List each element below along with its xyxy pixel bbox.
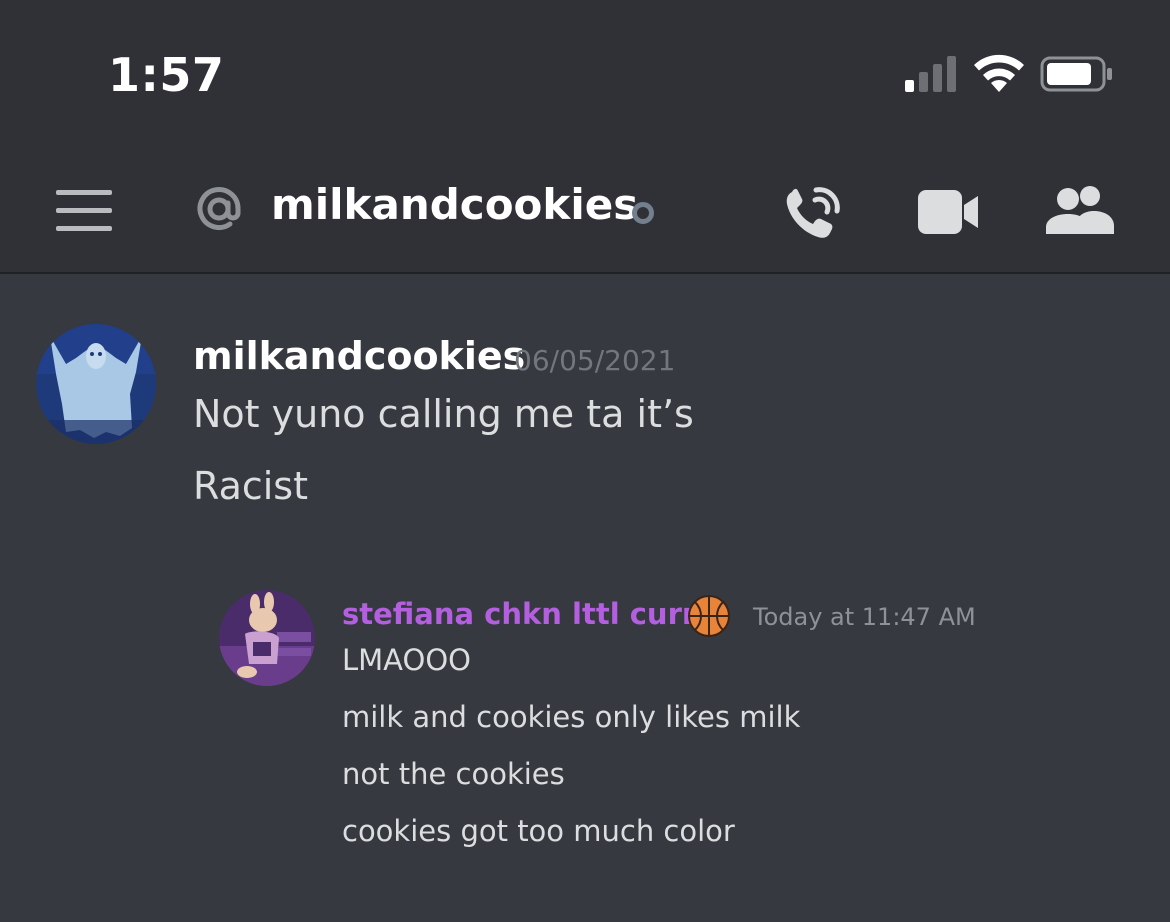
- battery-icon: [1040, 56, 1112, 92]
- quoted-message-text: milk and cookies only likes milk: [342, 700, 801, 734]
- video-camera-icon[interactable]: [918, 190, 980, 234]
- ghost-avatar-image: [36, 324, 156, 444]
- quoted-message-text: LMAOOO: [342, 643, 471, 677]
- status-time: 1:57: [108, 48, 225, 102]
- quoted-message-text: cookies got too much color: [342, 814, 735, 848]
- quoted-message-author[interactable]: stefiana chkn lttl curry: [342, 597, 715, 631]
- voice-call-icon[interactable]: [784, 184, 844, 240]
- quoted-avatar[interactable]: [219, 590, 315, 686]
- status-bar: 1:57: [0, 0, 1170, 150]
- basketball-emoji: [688, 595, 730, 637]
- quoted-message-timestamp: Today at 11:47 AM: [753, 603, 976, 631]
- message-author[interactable]: milkandcookies: [193, 334, 525, 378]
- message-timestamp: 06/05/2021: [514, 344, 676, 377]
- message-text: Not yuno calling me ta it’s: [193, 392, 694, 436]
- avatar[interactable]: [36, 324, 156, 444]
- quoted-message-text: not the cookies: [342, 757, 565, 791]
- cellular-signal-icon: [905, 56, 961, 92]
- hamburger-menu-icon[interactable]: [56, 190, 112, 234]
- channel-header: milkandcookies: [0, 150, 1170, 274]
- message-text: Racist: [193, 464, 309, 508]
- cartoon-avatar-image: [219, 590, 315, 686]
- at-sign-icon: [197, 187, 241, 230]
- channel-name: milkandcookies: [271, 180, 639, 229]
- wifi-icon: [974, 54, 1024, 92]
- offline-status-icon: [632, 202, 654, 224]
- members-icon[interactable]: [1046, 184, 1114, 234]
